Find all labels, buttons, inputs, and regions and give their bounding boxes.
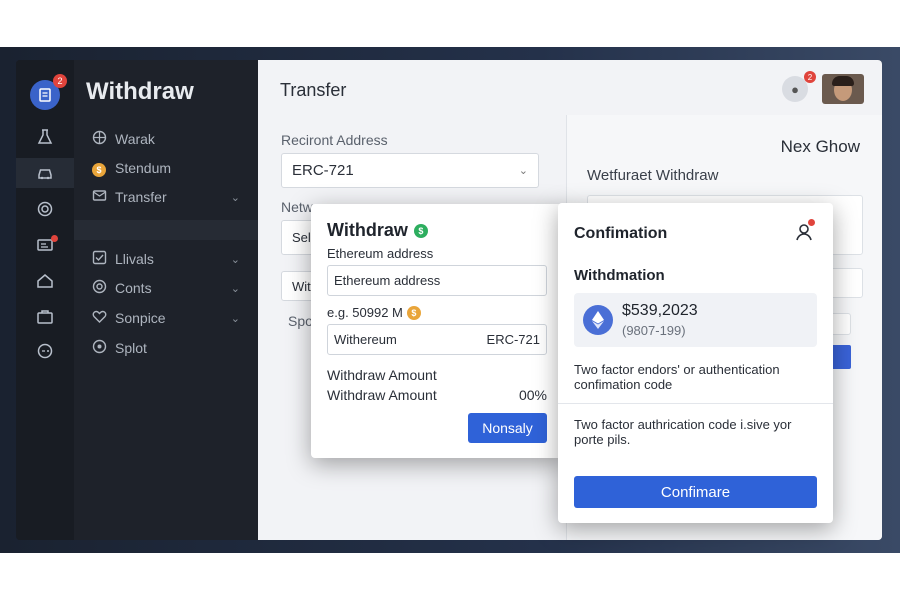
submit-button[interactable]: Nonsaly	[468, 413, 547, 443]
divider	[558, 403, 833, 404]
car-icon[interactable]	[16, 158, 74, 188]
example-hint: e.g. 50992 M $	[327, 305, 421, 320]
withdraw-card: Withdraw $ Ethereum address Ethereum add…	[311, 204, 563, 458]
sidebar-item-warak[interactable]: Warak	[90, 128, 240, 150]
flask-icon[interactable]	[30, 122, 60, 152]
ethereum-address-input[interactable]: Ethereum address	[327, 265, 547, 296]
sidebar-item-conts[interactable]: Conts ⌄	[90, 277, 240, 299]
chevron-down-icon[interactable]: ⌄	[231, 191, 240, 204]
amount-subvalue: (9807-199)	[622, 323, 686, 338]
speed-label: Spo	[288, 313, 313, 329]
confirmation-subtitle: Withdmation	[574, 267, 665, 284]
sidebar-item-label: Splot	[115, 340, 147, 356]
chevron-down-icon[interactable]: ⌄	[231, 282, 240, 295]
confirmation-title: Confimation	[574, 225, 668, 242]
coin-icon: $	[90, 160, 108, 177]
recipient-address-select[interactable]: ERC-721 ⌄	[281, 153, 539, 188]
token-name: Withereum	[334, 332, 397, 347]
sidebar-item-splot[interactable]: Splot	[90, 337, 240, 359]
withdraw-card-title: Withdraw $	[327, 220, 428, 241]
camera-icon[interactable]	[30, 194, 60, 224]
bell-badge: 2	[804, 71, 816, 83]
address-label: Ethereum address	[327, 246, 434, 261]
chevron-down-icon[interactable]: ⌄	[231, 312, 240, 325]
sidebar-item-label: Sonpice	[115, 310, 166, 326]
chevron-down-icon: ⌄	[518, 165, 528, 177]
withdraw-title-text: Withdraw	[327, 220, 408, 240]
sidebar-item-label: Llivals	[115, 251, 154, 267]
sidebar-item-label: Stendum	[115, 160, 172, 176]
user-alert-dot	[808, 219, 815, 226]
amount-summary: $539,2023 (9807-199)	[574, 293, 817, 347]
panel-subtitle: Wetfuraet Withdraw	[587, 167, 719, 184]
address-input-value: Ethereum address	[334, 273, 441, 288]
withdraw-amount-label-2: Withdraw Amount	[327, 387, 437, 403]
withdraw-amount-percent: 00%	[518, 387, 547, 403]
recipient-address-value: ERC-721	[292, 162, 354, 179]
withdraw-amount-label: Withdraw Amount	[327, 367, 437, 383]
chevron-down-icon[interactable]: ⌄	[231, 253, 240, 266]
confirmation-card: Confimation Withdmation $539,2023 (9807-…	[558, 203, 833, 523]
house-icon[interactable]	[30, 266, 60, 296]
coin-icon: $	[406, 305, 421, 320]
avatar-hair	[832, 76, 854, 86]
two-factor-label: Two factor endors' or authentication con…	[574, 362, 780, 392]
icon-rail: 2	[16, 60, 74, 540]
sidebar-item-label: Transfer	[115, 189, 167, 205]
dollar-badge-icon: $	[413, 223, 428, 238]
sidebar-item-sonpice[interactable]: Sonpice ⌄	[90, 307, 240, 329]
target-icon	[90, 279, 108, 297]
briefcase-icon[interactable]	[30, 302, 60, 332]
page-title: Transfer	[280, 80, 347, 100]
sidebar-item-transfer[interactable]: Transfer ⌄	[90, 186, 240, 208]
sidebar-item-stendum[interactable]: $ Stendum	[90, 157, 240, 179]
token-select[interactable]: Withereum ERC-721	[327, 324, 547, 355]
network-label: Netw	[281, 199, 313, 215]
sidebar-title: Withdraw	[86, 78, 194, 105]
two-factor-hint: Two factor authrication code i.sive yor …	[574, 417, 792, 447]
mail-icon	[90, 188, 108, 206]
token-standard: ERC-721	[486, 332, 540, 347]
user-icon[interactable]	[791, 219, 817, 245]
network-select-text: Sel	[292, 230, 311, 245]
sidebar: Withdraw Warak $ Stendum Transfer ⌄ Lliv…	[74, 60, 258, 540]
alert-dot	[51, 235, 58, 242]
recipient-address-label: Reciront Address	[281, 132, 388, 148]
sidebar-divider	[74, 220, 258, 240]
gamepad-icon[interactable]	[30, 336, 60, 366]
sidebar-item-label: Warak	[115, 131, 155, 147]
heart-check-icon	[90, 309, 108, 327]
avatar[interactable]	[822, 74, 864, 104]
confirm-button[interactable]: Confimare	[574, 476, 817, 508]
amount-value: $539,2023	[622, 302, 698, 319]
example-hint-text: e.g. 50992 M	[327, 305, 403, 320]
ethereum-icon	[583, 305, 613, 335]
globe-icon	[90, 130, 108, 148]
sidebar-item-llivals[interactable]: Llivals ⌄	[90, 248, 240, 270]
circle-dot-icon	[90, 339, 108, 357]
check-square-icon	[90, 250, 108, 268]
withdraw-field-text: Wit	[292, 278, 311, 294]
withdraw-amount-row[interactable]: Withdraw Amount 00%	[327, 387, 547, 403]
notification-badge: 2	[53, 74, 67, 88]
sidebar-item-label: Conts	[115, 280, 152, 296]
panel-title: Nex Ghow	[780, 137, 860, 156]
